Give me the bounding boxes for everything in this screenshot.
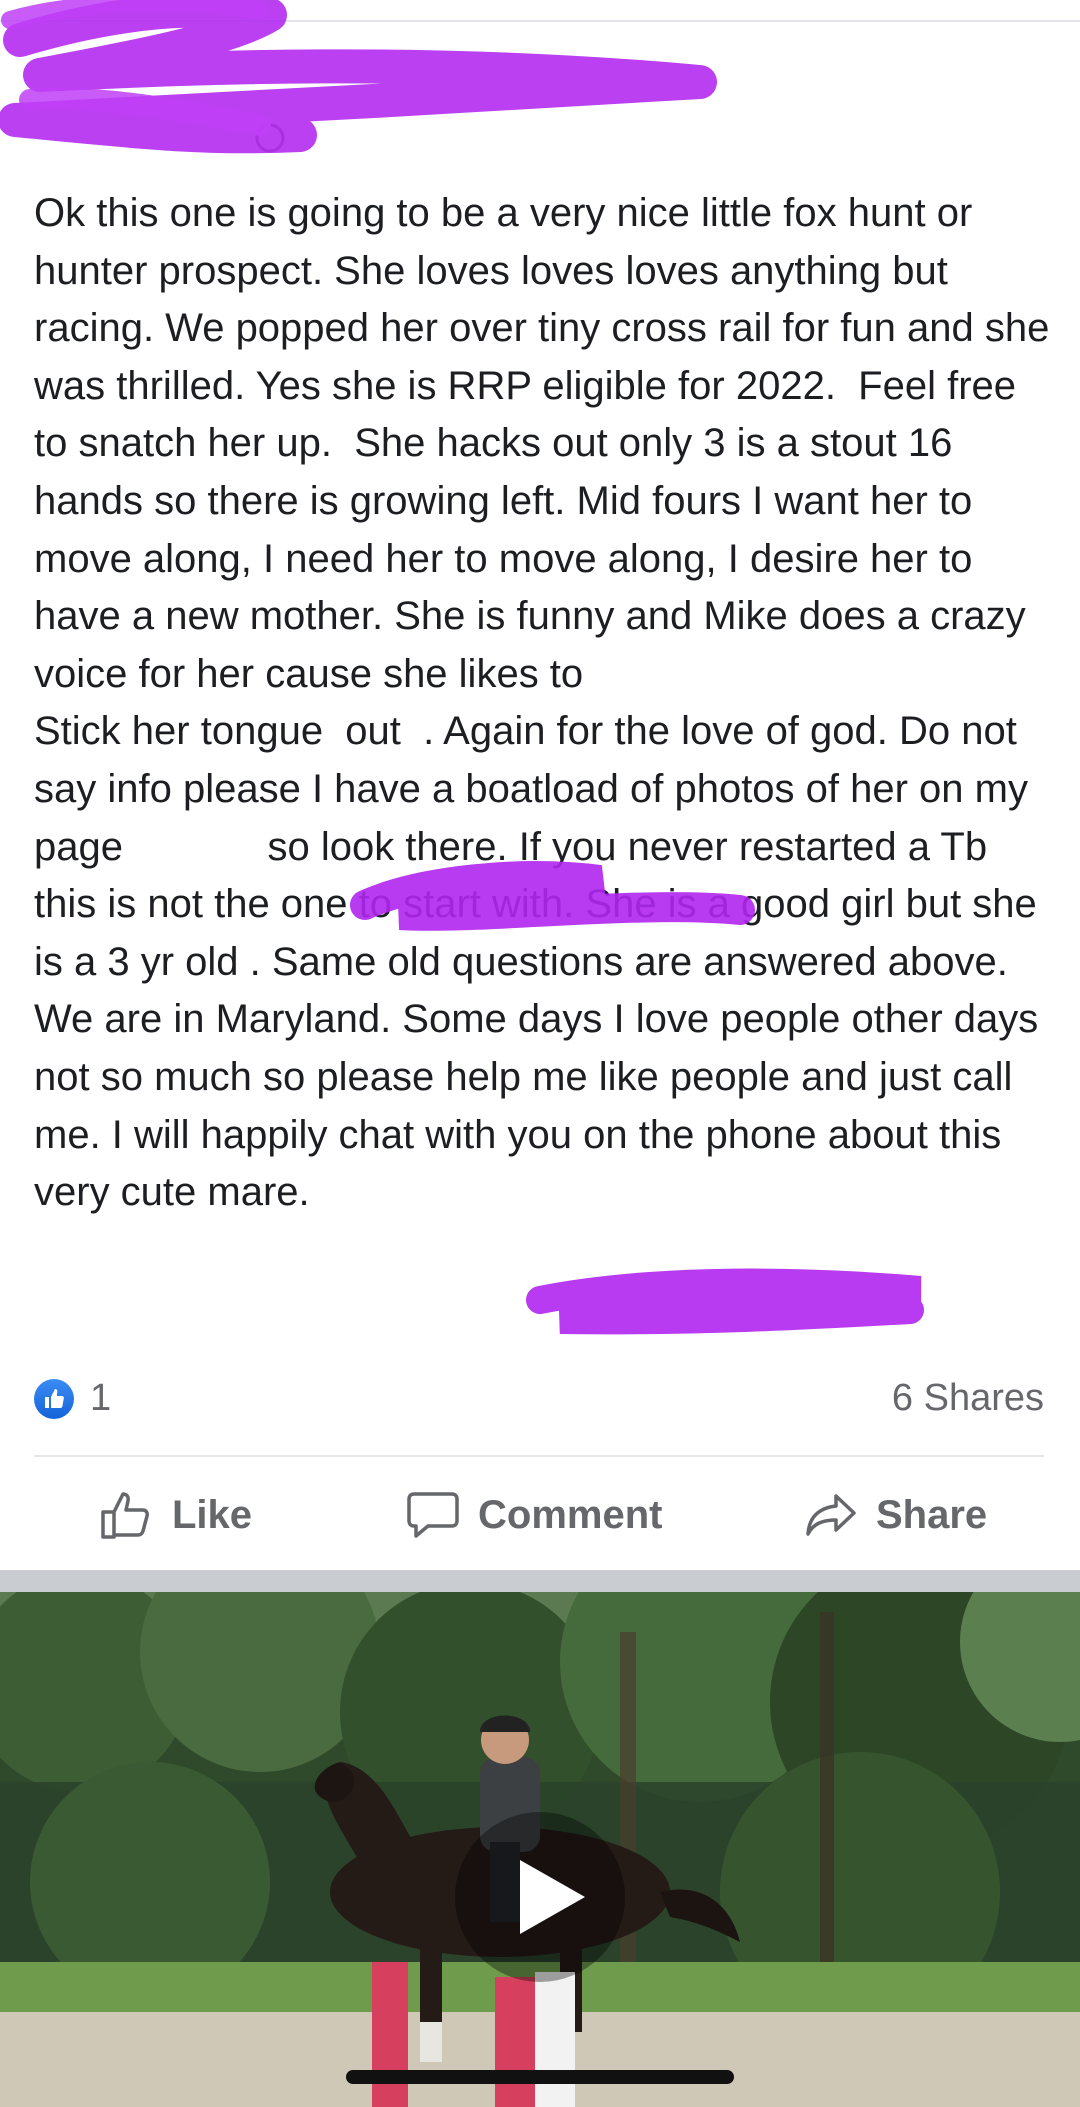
video-player[interactable] bbox=[0, 1592, 1080, 2107]
share-icon bbox=[806, 1494, 856, 1536]
feed-separator bbox=[0, 1570, 1080, 1592]
like-icon bbox=[101, 1492, 149, 1539]
shares-count[interactable]: 6 Shares bbox=[892, 1377, 1044, 1420]
like-button[interactable]: Like bbox=[100, 1475, 252, 1555]
post-actions: Like Comment Share bbox=[0, 1475, 1080, 1555]
comment-button[interactable]: Comment bbox=[406, 1475, 662, 1555]
thumbs-up-icon[interactable] bbox=[34, 1379, 74, 1419]
comment-label: Comment bbox=[478, 1492, 663, 1537]
share-label: Share bbox=[876, 1492, 988, 1537]
home-indicator[interactable] bbox=[346, 2070, 734, 2084]
like-label: Like bbox=[172, 1492, 253, 1537]
reaction-count[interactable]: 1 bbox=[90, 1377, 111, 1420]
comment-icon bbox=[407, 1492, 459, 1538]
video-thumbnail bbox=[0, 1592, 1080, 2107]
share-button[interactable]: Share bbox=[804, 1475, 987, 1555]
reactions-row: 1 6 Shares bbox=[34, 1375, 1044, 1425]
post-text: Ok this one is going to be a very nice l… bbox=[34, 191, 1050, 1215]
action-divider bbox=[34, 1455, 1044, 1457]
author-redaction bbox=[0, 0, 717, 154]
